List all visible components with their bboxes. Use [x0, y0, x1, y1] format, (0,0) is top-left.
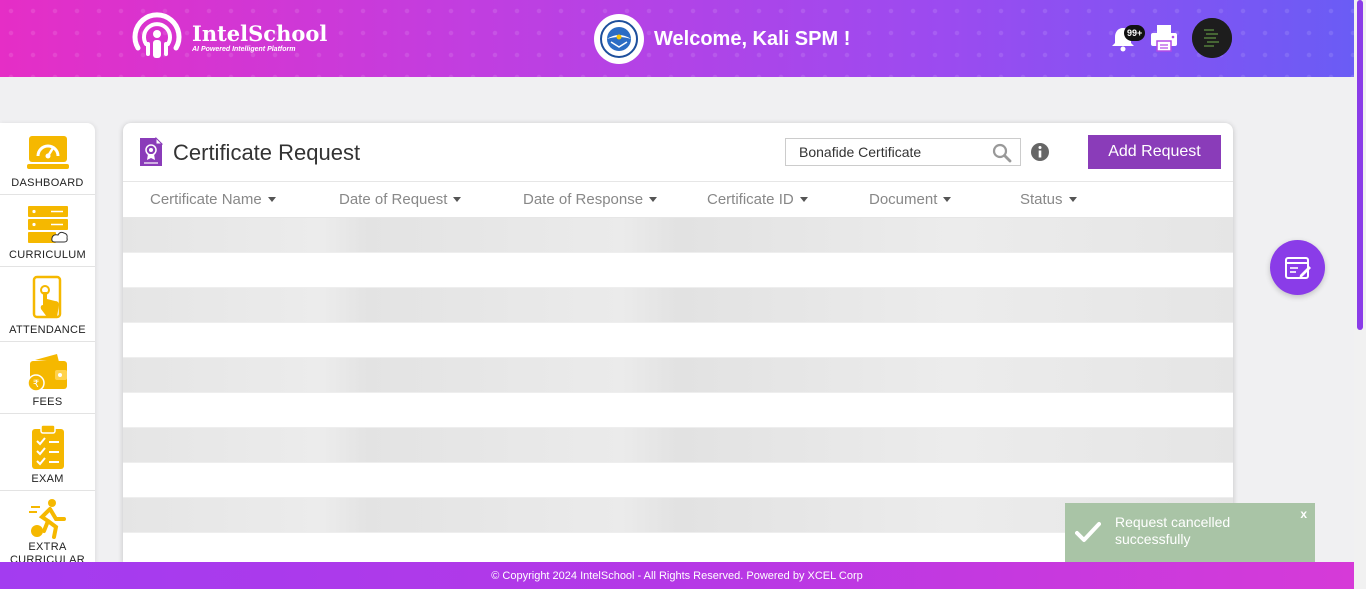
- school-emblem-icon: [594, 14, 644, 64]
- sidebar-item-attendance[interactable]: ATTENDANCE: [0, 267, 95, 342]
- certificate-icon: [139, 136, 164, 167]
- column-label: Status: [1020, 191, 1063, 208]
- sort-caret-icon: [267, 197, 276, 202]
- card-header: Certificate Request Add Request: [123, 123, 1233, 181]
- header-actions: 99+: [1108, 18, 1232, 58]
- svg-text:₹: ₹: [32, 379, 38, 390]
- brand-logo[interactable]: IntelSchool AI Powered Intelligent Platf…: [128, 12, 327, 64]
- table-row-placeholder: [123, 253, 1233, 288]
- table-header: Certificate Name Date of Request Date of…: [123, 181, 1233, 218]
- column-header-status[interactable]: Status: [1020, 191, 1077, 208]
- column-header-date-of-request[interactable]: Date of Request: [339, 191, 462, 208]
- certificate-request-card: Certificate Request Add Request Certific…: [123, 123, 1233, 563]
- print-button[interactable]: [1148, 22, 1180, 54]
- welcome-area: Welcome, Kali SPM !: [594, 14, 850, 64]
- copyright-text: © Copyright 2024 IntelSchool - All Right…: [491, 569, 863, 582]
- extra-curricular-icon: [26, 497, 70, 539]
- avatar-image-icon: [1192, 18, 1232, 58]
- toast-message: Request cancelled successfully: [1115, 514, 1231, 547]
- sidebar-item-extra-curricular[interactable]: EXTRA CURRICULAR: [0, 491, 95, 563]
- curriculum-icon: [26, 203, 70, 247]
- sidebar-item-label: CURRICULUM: [9, 249, 86, 261]
- notification-badge: 99+: [1124, 25, 1146, 41]
- column-header-date-of-response[interactable]: Date of Response: [523, 191, 658, 208]
- table-row-placeholder: [123, 288, 1233, 323]
- sort-caret-icon: [649, 197, 658, 202]
- toast-close-button[interactable]: x: [1300, 507, 1307, 521]
- page-title: Certificate Request: [173, 140, 361, 165]
- add-request-button[interactable]: Add Request: [1088, 135, 1221, 169]
- page-footer: © Copyright 2024 IntelSchool - All Right…: [0, 562, 1354, 589]
- sidebar-nav: DASHBOARD CURRICULUM ATTENDANCE ₹ FEES E…: [0, 123, 95, 563]
- exam-icon: [26, 423, 70, 471]
- column-label: Certificate ID: [707, 191, 794, 208]
- sort-caret-icon: [799, 197, 808, 202]
- edit-note-icon: [1284, 256, 1311, 279]
- intelschool-logo-icon: [128, 12, 186, 64]
- info-icon[interactable]: [1030, 142, 1050, 162]
- notification-button[interactable]: 99+: [1108, 23, 1146, 53]
- check-icon: [1075, 522, 1101, 542]
- search-icon[interactable]: [992, 143, 1012, 163]
- search-box: [785, 138, 1021, 166]
- table-row-placeholder: [123, 323, 1233, 358]
- sort-caret-icon: [943, 197, 952, 202]
- sidebar-item-label: EXTRA CURRICULAR: [9, 541, 86, 563]
- sidebar-item-dashboard[interactable]: DASHBOARD: [0, 123, 95, 195]
- table-row-placeholder: [123, 428, 1233, 463]
- search-input[interactable]: [786, 139, 982, 165]
- sidebar-item-label: DASHBOARD: [11, 177, 84, 189]
- brand-name: IntelSchool: [192, 21, 328, 46]
- sidebar-item-exam[interactable]: EXAM: [0, 414, 95, 491]
- printer-icon: [1151, 25, 1177, 52]
- welcome-message: Welcome, Kali SPM !: [654, 27, 851, 50]
- vertical-scrollbar[interactable]: [1354, 0, 1366, 589]
- sort-caret-icon: [1068, 197, 1077, 202]
- brand-tagline: AI Powered Intelligent Platform: [192, 46, 296, 53]
- success-toast: Request cancelled successfully x: [1065, 503, 1315, 563]
- dashboard-icon: [26, 131, 70, 175]
- table-row-placeholder: [123, 358, 1233, 393]
- attendance-icon: [26, 274, 70, 322]
- sidebar-item-fees[interactable]: ₹ FEES: [0, 342, 95, 414]
- floating-note-button[interactable]: [1270, 240, 1325, 295]
- column-label: Document: [869, 191, 938, 208]
- sidebar-item-label: ATTENDANCE: [9, 324, 86, 336]
- column-header-document[interactable]: Document: [869, 191, 952, 208]
- column-label: Date of Response: [523, 191, 644, 208]
- sidebar-item-label: EXAM: [31, 473, 64, 485]
- table-row-placeholder: [123, 218, 1233, 253]
- column-label: Date of Request: [339, 191, 448, 208]
- column-label: Certificate Name: [150, 191, 262, 208]
- sidebar-item-label: FEES: [32, 396, 63, 408]
- column-header-certificate-id[interactable]: Certificate ID: [707, 191, 808, 208]
- sidebar-item-curriculum[interactable]: CURRICULUM: [0, 195, 95, 267]
- sort-caret-icon: [453, 197, 462, 202]
- scrollbar-thumb[interactable]: [1357, 0, 1363, 330]
- user-avatar[interactable]: [1192, 18, 1232, 58]
- fees-icon: ₹: [26, 350, 70, 394]
- top-header: IntelSchool AI Powered Intelligent Platf…: [0, 0, 1354, 77]
- table-row-placeholder: [123, 463, 1233, 498]
- column-header-certificate-name[interactable]: Certificate Name: [150, 191, 276, 208]
- table-row-placeholder: [123, 393, 1233, 428]
